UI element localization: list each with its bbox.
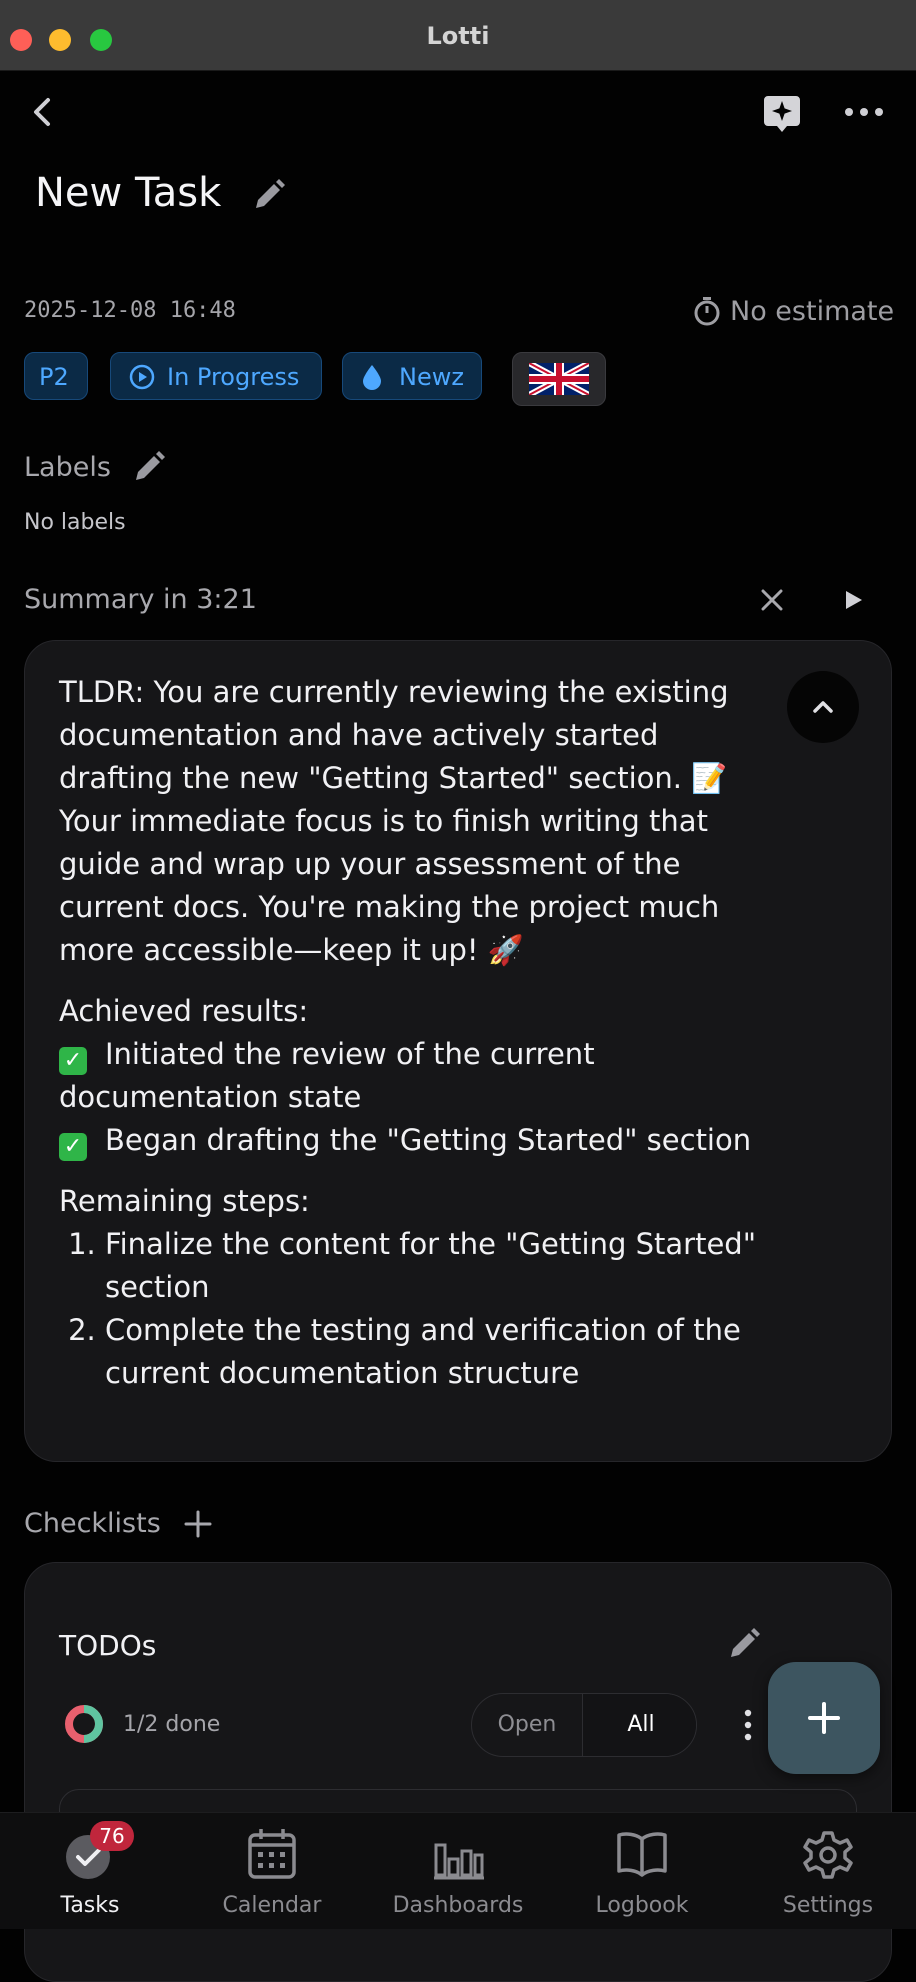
remaining-list: Finalize the content for the "Getting St… bbox=[59, 1223, 779, 1395]
labels-heading: Labels bbox=[24, 452, 111, 483]
achieved-item: ✓ Began drafting the "Getting Started" se… bbox=[59, 1119, 779, 1162]
plus-icon bbox=[808, 1702, 840, 1734]
nav-calendar[interactable]: Calendar bbox=[182, 1813, 362, 1929]
remaining-heading: Remaining steps: bbox=[59, 1184, 310, 1218]
summary-text: TLDR: You are currently reviewing the ex… bbox=[59, 671, 779, 1395]
category-chip[interactable]: Newz bbox=[342, 352, 482, 400]
nav-label: Tasks bbox=[60, 1893, 120, 1918]
checklists-heading: Checklists bbox=[24, 1508, 161, 1539]
remaining-item: Complete the testing and verification of… bbox=[105, 1309, 779, 1395]
estimate-label: No estimate bbox=[730, 296, 895, 327]
filter-all-button[interactable]: All bbox=[582, 1694, 696, 1756]
play-circle-icon bbox=[129, 364, 155, 390]
category-label: Newz bbox=[399, 363, 464, 391]
task-title: New Task bbox=[35, 170, 222, 216]
ai-assistant-icon[interactable] bbox=[760, 92, 804, 136]
gear-icon bbox=[803, 1831, 853, 1879]
achieved-heading: Achieved results: bbox=[59, 994, 309, 1028]
play-icon[interactable] bbox=[838, 584, 868, 616]
edit-title-icon[interactable] bbox=[252, 178, 286, 212]
bottom-navigation: 76 Tasks Calendar Dashboards Logbook Set… bbox=[0, 1812, 916, 1929]
window-title: Lotti bbox=[426, 22, 490, 50]
progress-ring-icon bbox=[65, 1705, 103, 1743]
checklist-filter: Open All bbox=[471, 1693, 697, 1757]
collapse-button[interactable] bbox=[787, 671, 859, 743]
summary-tldr: TLDR: You are currently reviewing the ex… bbox=[59, 675, 729, 967]
estimate-button[interactable]: No estimate bbox=[690, 294, 900, 328]
more-vertical-icon[interactable] bbox=[741, 1707, 755, 1743]
summary-card: TLDR: You are currently reviewing the ex… bbox=[24, 640, 892, 1462]
checklist-title: TODOs bbox=[59, 1629, 157, 1662]
tasks-badge: 76 bbox=[90, 1821, 134, 1851]
book-icon bbox=[617, 1832, 667, 1877]
no-labels-text: No labels bbox=[24, 510, 126, 535]
bar-chart-icon bbox=[434, 1843, 484, 1880]
nav-settings[interactable]: Settings bbox=[738, 1813, 916, 1929]
edit-labels-icon[interactable] bbox=[132, 450, 166, 484]
created-date: 2025-12-08 16:48 bbox=[24, 298, 236, 323]
priority-label: P2 bbox=[39, 363, 69, 391]
chevron-up-icon bbox=[813, 701, 833, 713]
nav-dashboards[interactable]: Dashboards bbox=[368, 1813, 548, 1929]
nav-logbook[interactable]: Logbook bbox=[552, 1813, 732, 1929]
timer-icon bbox=[694, 297, 720, 326]
nav-label: Settings bbox=[782, 1893, 874, 1918]
status-label: In Progress bbox=[167, 363, 300, 391]
edit-checklist-icon[interactable] bbox=[727, 1627, 761, 1661]
close-icon[interactable] bbox=[756, 584, 788, 616]
uk-flag-icon bbox=[529, 363, 589, 395]
nav-tasks[interactable]: 76 Tasks bbox=[0, 1813, 180, 1929]
add-checklist-icon[interactable] bbox=[182, 1508, 214, 1540]
language-chip[interactable] bbox=[512, 352, 606, 406]
summary-heading: Summary in 3:21 bbox=[24, 584, 257, 615]
filter-open-button[interactable]: Open bbox=[472, 1694, 582, 1756]
nav-label: Calendar bbox=[222, 1893, 322, 1918]
remaining-item: Finalize the content for the "Getting St… bbox=[105, 1223, 779, 1309]
checkmark-icon: ✓ bbox=[59, 1133, 87, 1161]
nav-label: Logbook bbox=[595, 1893, 689, 1918]
priority-chip[interactable]: P2 bbox=[24, 352, 88, 400]
calendar-icon bbox=[248, 1829, 296, 1879]
nav-label: Dashboards bbox=[392, 1893, 524, 1918]
checkmark-icon: ✓ bbox=[59, 1047, 87, 1075]
more-options-icon[interactable] bbox=[840, 98, 888, 126]
status-chip[interactable]: In Progress bbox=[110, 352, 322, 400]
progress-text: 1/2 done bbox=[123, 1712, 221, 1737]
back-icon[interactable] bbox=[26, 92, 62, 132]
window-titlebar: Lotti bbox=[0, 0, 916, 71]
add-fab-button[interactable] bbox=[768, 1662, 880, 1774]
achieved-item: ✓ Initiated the review of the current doc… bbox=[59, 1037, 595, 1114]
water-drop-icon bbox=[363, 365, 381, 390]
